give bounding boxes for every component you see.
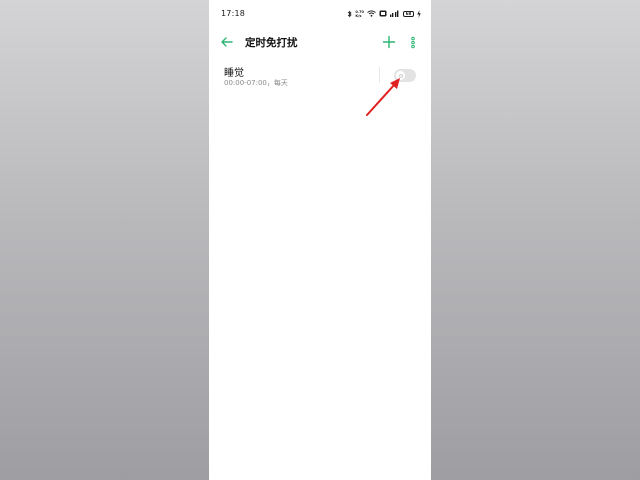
back-arrow-icon (221, 37, 233, 47)
charging-icon (417, 9, 421, 18)
back-button[interactable] (219, 34, 235, 50)
wifi-icon (367, 10, 376, 17)
toggle-knob (396, 71, 405, 80)
schedule-time-range: 00:00-07:00，每天 (224, 79, 288, 87)
schedule-item[interactable]: 睡觉 00:00-07:00，每天 (209, 60, 431, 94)
schedule-title: 睡觉 (224, 68, 244, 79)
plus-icon (382, 35, 396, 49)
title-bar: 定时免打扰 (209, 28, 431, 56)
status-icons: 0.70 K/s 68 (347, 9, 421, 18)
page-title: 定时免打扰 (245, 37, 298, 49)
battery-icon: 68 (403, 10, 414, 17)
net-speed-unit: K/s (355, 13, 362, 18)
item-divider (379, 67, 380, 83)
more-options-button[interactable] (408, 34, 418, 50)
status-bar: 17:18 0.70 K/s 68 (209, 0, 431, 28)
net-speed: 0.70 K/s (355, 10, 364, 18)
add-schedule-button[interactable] (381, 34, 397, 50)
schedule-toggle[interactable] (394, 69, 416, 82)
phone-screen: 17:18 0.70 K/s 68 定时免打扰 睡觉 00:00-07:00，每… (209, 0, 431, 480)
more-vertical-icon (411, 36, 415, 49)
signal-icon (390, 10, 399, 17)
bluetooth-icon (348, 10, 352, 17)
hd-icon (379, 10, 387, 17)
status-time: 17:18 (221, 9, 246, 18)
